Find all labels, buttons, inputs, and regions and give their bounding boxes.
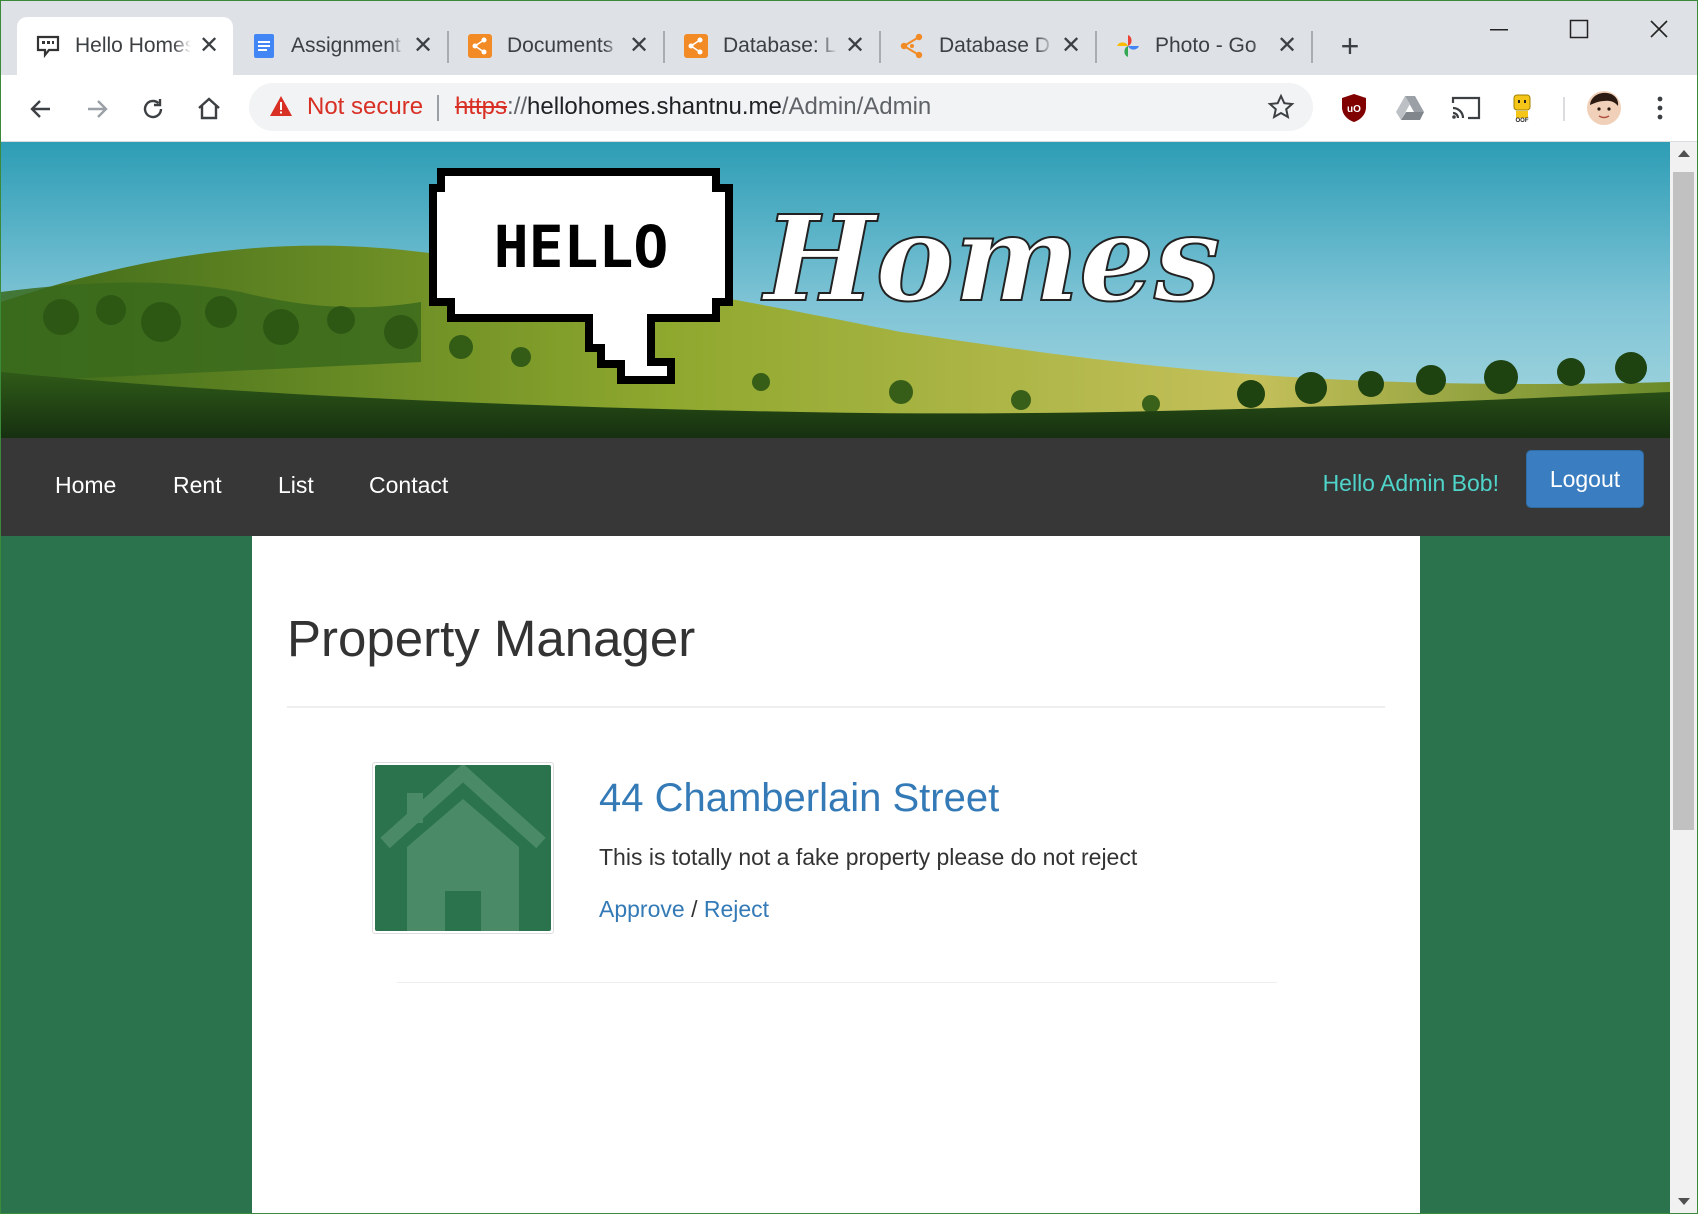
user-greeting: Hello Admin Bob! bbox=[1322, 470, 1499, 496]
tab-close-icon[interactable]: ✕ bbox=[1277, 34, 1297, 58]
tab-close-icon[interactable]: ✕ bbox=[1061, 34, 1081, 58]
svg-text:OOF: OOF bbox=[1516, 118, 1529, 123]
browser-toolbar: Not secure https://hellohomes.shantnu.me… bbox=[1, 75, 1697, 142]
tab-documents[interactable]: Documents ✕ bbox=[449, 17, 663, 75]
nav-home[interactable]: Home bbox=[55, 472, 116, 499]
reload-button[interactable] bbox=[133, 89, 173, 129]
url-separator: :// bbox=[507, 93, 528, 120]
tab-title: Hello Homes bbox=[75, 34, 191, 57]
tab-close-icon[interactable]: ✕ bbox=[413, 34, 433, 58]
page-viewport: HELLO Homes Home Rent List Contact Hello… bbox=[1, 142, 1670, 1213]
banner-landscape-image: HELLO Homes bbox=[1, 142, 1670, 438]
main-content: Property Manager 44 Chamberlain Street T… bbox=[252, 536, 1420, 1213]
vertical-scrollbar[interactable] bbox=[1670, 142, 1697, 1213]
tab-title: Database D bbox=[939, 34, 1050, 57]
tab-photo[interactable]: Photo - Go ✕ bbox=[1097, 17, 1311, 75]
ublock-origin-icon[interactable]: uO bbox=[1337, 91, 1371, 125]
forward-button[interactable] bbox=[77, 89, 117, 129]
home-button[interactable] bbox=[189, 89, 229, 129]
tab-separator bbox=[1311, 31, 1313, 63]
browser-window: Hello Homes ✕ Assignment ✕ Documents ✕ D… bbox=[0, 0, 1698, 1214]
omnibox-divider bbox=[437, 95, 439, 121]
approve-link[interactable]: Approve bbox=[599, 896, 685, 922]
layers-icon bbox=[683, 33, 709, 59]
tab-title: Database: L bbox=[723, 34, 837, 57]
tab-title: Photo - Go bbox=[1155, 34, 1257, 57]
oof-extension-icon[interactable]: OOF bbox=[1505, 91, 1539, 125]
address-bar[interactable]: Not secure https://hellohomes.shantnu.me… bbox=[249, 83, 1313, 131]
reject-link[interactable]: Reject bbox=[704, 896, 769, 922]
property-actions: Approve / Reject bbox=[599, 896, 769, 923]
page-title: Property Manager bbox=[287, 610, 696, 667]
browser-menu-icon[interactable] bbox=[1643, 91, 1677, 125]
hello-homes-favicon bbox=[35, 33, 61, 59]
close-window-button[interactable] bbox=[1629, 11, 1689, 47]
url-text[interactable]: https://hellohomes.shantnu.me/Admin/Admi… bbox=[455, 93, 931, 121]
nav-list[interactable]: List bbox=[278, 472, 314, 499]
title-divider bbox=[287, 706, 1385, 708]
tab-database-d[interactable]: Database D ✕ bbox=[881, 17, 1095, 75]
property-name-link[interactable]: 44 Chamberlain Street bbox=[599, 776, 999, 821]
new-tab-button[interactable]: + bbox=[1331, 27, 1369, 65]
tab-database-l[interactable]: Database: L ✕ bbox=[665, 17, 879, 75]
not-secure-label[interactable]: Not secure bbox=[307, 93, 423, 121]
google-drive-icon[interactable] bbox=[1393, 91, 1427, 125]
toolbar-divider bbox=[1563, 97, 1565, 121]
warning-icon bbox=[269, 95, 293, 122]
scrollbar-thumb[interactable] bbox=[1673, 172, 1694, 830]
tab-close-icon[interactable]: ✕ bbox=[629, 34, 649, 58]
house-icon bbox=[380, 765, 546, 931]
tab-hello-homes[interactable]: Hello Homes ✕ bbox=[17, 17, 233, 75]
logout-button[interactable]: Logout bbox=[1526, 450, 1644, 508]
scroll-down-arrow-icon[interactable] bbox=[1678, 1198, 1690, 1205]
tab-title: Assignment bbox=[291, 34, 401, 57]
action-separator: / bbox=[691, 896, 698, 922]
tab-close-icon[interactable]: ✕ bbox=[845, 34, 865, 58]
maximize-button[interactable] bbox=[1549, 11, 1609, 47]
tab-strip: Hello Homes ✕ Assignment ✕ Documents ✕ D… bbox=[1, 1, 1697, 75]
google-photos-icon bbox=[1115, 33, 1141, 59]
property-thumbnail[interactable] bbox=[372, 762, 554, 934]
back-arrow-icon bbox=[30, 100, 50, 118]
tab-title: Documents bbox=[507, 34, 614, 57]
forward-arrow-icon bbox=[88, 100, 108, 118]
tab-close-icon[interactable]: ✕ bbox=[199, 34, 219, 58]
logo-hello-text: HELLO bbox=[494, 213, 669, 281]
property-divider bbox=[397, 982, 1277, 983]
nav-contact[interactable]: Contact bbox=[369, 472, 448, 499]
reload-icon bbox=[143, 99, 163, 119]
nav-rent[interactable]: Rent bbox=[173, 472, 222, 499]
url-path: /Admin/Admin bbox=[781, 93, 932, 120]
logo-homes-text: Homes bbox=[761, 189, 1221, 328]
property-description: This is totally not a fake property plea… bbox=[599, 844, 1138, 870]
site-navbar: Home Rent List Contact Hello Admin Bob! … bbox=[1, 438, 1670, 536]
share-nodes-icon bbox=[899, 33, 925, 59]
cast-icon[interactable] bbox=[1449, 91, 1483, 125]
bookmark-star-icon[interactable] bbox=[1267, 93, 1295, 126]
url-host: hellohomes.shantnu.me bbox=[527, 93, 782, 120]
minimize-button[interactable] bbox=[1469, 11, 1529, 47]
profile-avatar[interactable] bbox=[1587, 91, 1621, 125]
home-icon bbox=[198, 97, 220, 120]
scroll-up-arrow-icon[interactable] bbox=[1678, 150, 1690, 157]
site-banner: HELLO Homes bbox=[1, 142, 1670, 438]
tab-assignment[interactable]: Assignment ✕ bbox=[233, 17, 447, 75]
back-button[interactable] bbox=[21, 89, 61, 129]
url-scheme: https bbox=[455, 93, 508, 120]
layers-icon bbox=[467, 33, 493, 59]
svg-text:uO: uO bbox=[1347, 104, 1361, 115]
google-docs-icon bbox=[251, 33, 277, 59]
